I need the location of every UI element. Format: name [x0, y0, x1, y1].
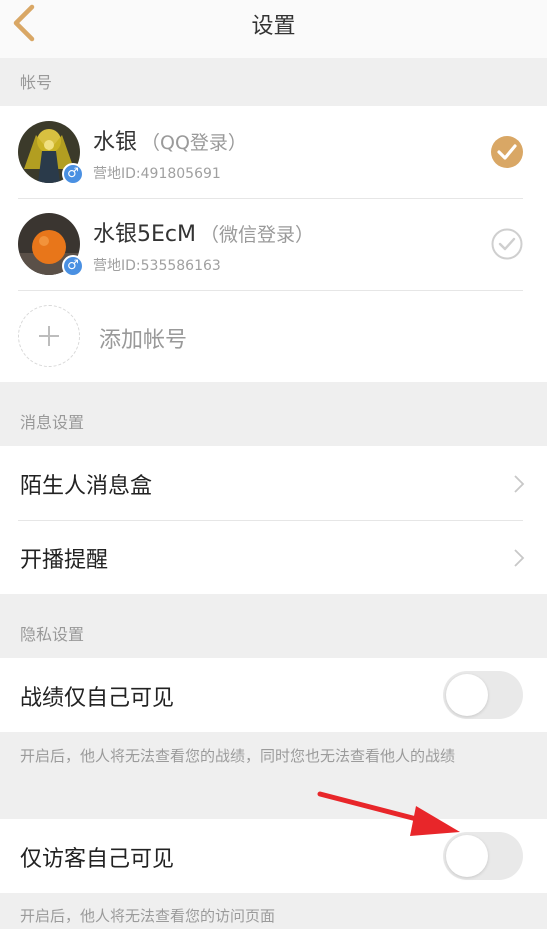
settings-row-records-private: 战绩仅自己可见: [0, 658, 547, 732]
add-icon: [18, 305, 80, 367]
account-name: 水银5EcM （微信登录）: [93, 222, 314, 247]
message-panel: 陌生人消息盒 开播提醒: [0, 446, 547, 594]
privacy-panel-records: 战绩仅自己可见: [0, 658, 547, 732]
checkmark-unselected-icon[interactable]: [491, 228, 523, 260]
account-id: 营地ID:491805691: [93, 166, 221, 182]
setting-label: 仅访客自己可见: [20, 847, 175, 872]
nav-bar: 设置: [0, 0, 547, 58]
red-arrow-annotation-icon: [317, 791, 460, 836]
setting-label: 陌生人消息盒: [20, 474, 153, 499]
records-private-toggle[interactable]: [443, 671, 523, 719]
add-account-label: 添加帐号: [99, 328, 188, 353]
section-header-account: 帐号: [0, 58, 547, 106]
visitors-private-note: 开启后，他人将无法查看您的访问页面: [20, 907, 276, 925]
account-row-wechat[interactable]: ♂ 水银5EcM （微信登录） 营地ID:535586163: [0, 198, 547, 290]
records-private-note: 开启后，他人将无法查看您的战绩，同时您也无法查看他人的战绩: [20, 747, 456, 765]
settings-row-stranger-messages[interactable]: 陌生人消息盒: [0, 446, 547, 520]
login-type: （微信登录）: [199, 224, 314, 246]
account-id: 营地ID:535586163: [93, 258, 221, 274]
toggle-knob: [446, 674, 488, 716]
chevron-right-icon: [514, 475, 525, 493]
settings-row-live-reminder[interactable]: 开播提醒: [0, 520, 547, 594]
section-header-message: 消息设置: [0, 382, 547, 446]
section-header-privacy: 隐私设置: [0, 594, 547, 658]
gender-male-icon: ♂: [62, 255, 84, 277]
setting-label: 战绩仅自己可见: [20, 686, 175, 711]
page-title: 设置: [251, 14, 296, 39]
gender-male-icon: ♂: [62, 163, 84, 185]
account-name: 水银 （QQ登录）: [93, 130, 247, 155]
setting-label: 开播提醒: [20, 548, 109, 573]
add-account-button[interactable]: 添加帐号: [0, 290, 547, 382]
chevron-right-icon: [514, 549, 525, 567]
account-panel: ♂ 水银 （QQ登录） 营地ID:491805691 ♂ 水银5EcM （微信登录）…: [0, 106, 547, 382]
account-row-qq[interactable]: ♂ 水银 （QQ登录） 营地ID:491805691: [0, 106, 547, 198]
checkmark-selected-icon[interactable]: [491, 136, 523, 168]
login-type: （QQ登录）: [141, 132, 247, 154]
